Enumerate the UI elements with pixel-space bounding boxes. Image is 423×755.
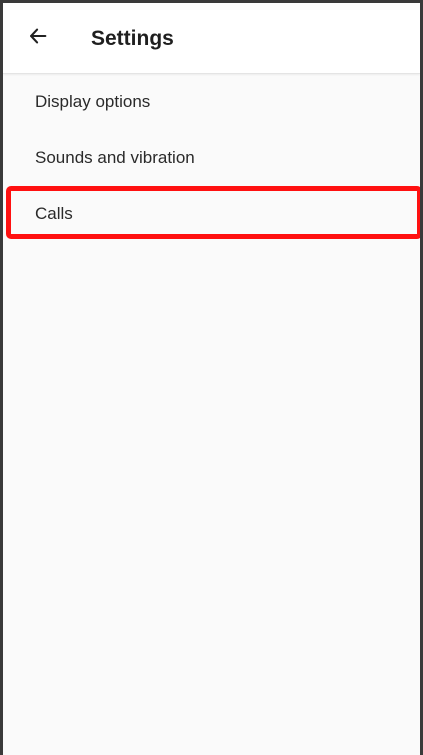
arrow-left-icon xyxy=(27,25,49,52)
settings-list: Display options Sounds and vibration Cal… xyxy=(3,74,420,242)
app-bar: Settings xyxy=(3,3,420,74)
page-title: Settings xyxy=(91,27,174,50)
menu-item-display-options[interactable]: Display options xyxy=(3,74,420,130)
menu-item-sounds-and-vibration[interactable]: Sounds and vibration xyxy=(3,130,420,186)
phone-frame: Settings Display options Sounds and vibr… xyxy=(0,0,423,755)
back-button[interactable] xyxy=(21,21,55,55)
menu-item-calls[interactable]: Calls xyxy=(3,186,420,242)
menu-item-label: Display options xyxy=(35,92,151,111)
menu-item-label: Sounds and vibration xyxy=(35,148,195,167)
menu-item-label: Calls xyxy=(35,204,73,223)
